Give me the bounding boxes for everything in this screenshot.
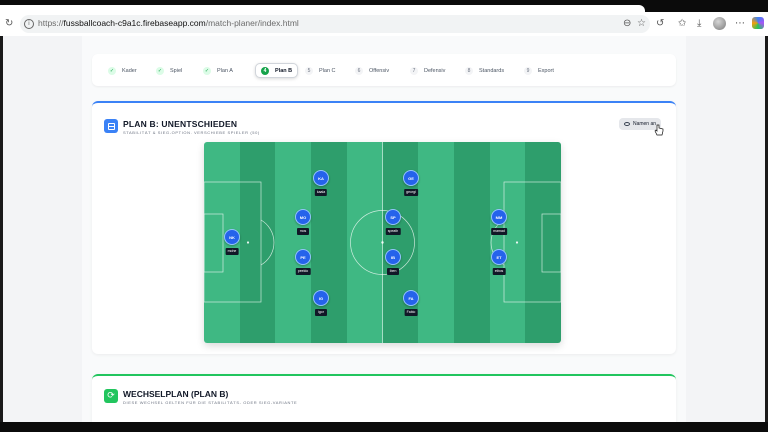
plan-b-card: PLAN B: UNENTSCHIEDEN STABILITÄT & SIEG-… bbox=[92, 101, 676, 354]
player-name-label: georgi bbox=[404, 189, 418, 196]
player-token[interactable]: IG bbox=[313, 290, 329, 306]
step-offensiv[interactable]: 6 Offensiv bbox=[355, 63, 389, 78]
step-label: Spiel bbox=[170, 67, 183, 74]
step-number-badge: 5 bbox=[305, 66, 313, 75]
step-standards[interactable]: 8 Standards bbox=[465, 63, 504, 78]
wechselplan-card: ⟳ WECHSELPLAN (PLAN B) DIESE WECHSEL GEL… bbox=[92, 374, 676, 422]
url-text[interactable]: https://fussballcoach-c9a1c.firebaseapp.… bbox=[38, 18, 299, 28]
player-name-label: Fabio bbox=[404, 309, 418, 316]
hand-cursor-icon bbox=[654, 124, 664, 136]
step-plan-c[interactable]: 5 Plan C bbox=[305, 63, 336, 78]
player-name-label: igor bbox=[315, 309, 327, 316]
football-pitch: NK mohe KA kaala MO mos PE peeldo IG igor GE georgi… bbox=[204, 142, 561, 343]
player-name-label: kaala bbox=[314, 189, 328, 196]
step-label: Standards bbox=[479, 67, 505, 74]
player-token[interactable]: IB bbox=[385, 249, 401, 265]
step-label: Plan C bbox=[319, 67, 336, 74]
step-label: Kader bbox=[122, 67, 137, 74]
favorites-icon[interactable]: ✩ bbox=[678, 19, 686, 29]
player-name-label: peeldo bbox=[295, 268, 311, 275]
step-label: Plan A bbox=[217, 67, 233, 74]
active-tab-shape bbox=[0, 5, 645, 12]
url-path: /match-planer/index.html bbox=[205, 18, 299, 28]
wechselplan-title: WECHSELPLAN (PLAN B) bbox=[123, 389, 229, 399]
lock-icon[interactable]: i bbox=[24, 19, 34, 29]
url-host: fussballcoach-c9a1c.firebaseapp.com bbox=[63, 18, 206, 28]
step-number-badge: 7 bbox=[410, 66, 418, 75]
address-bar[interactable]: i https://fussballcoach-c9a1c.firebaseap… bbox=[20, 15, 650, 33]
player-token[interactable]: ET bbox=[491, 249, 507, 265]
layout-icon bbox=[104, 119, 118, 133]
step-number-badge: 6 bbox=[355, 66, 363, 75]
swap-icon: ⟳ bbox=[104, 389, 118, 403]
step-number-badge: 9 bbox=[524, 66, 532, 75]
zoom-icon[interactable]: ⊖ bbox=[623, 19, 631, 29]
copilot-icon[interactable] bbox=[752, 17, 764, 29]
plan-b-subtitle: STABILITÄT & SIEG-OPTION. VERSCHIEBE SPI… bbox=[123, 130, 260, 135]
player-token[interactable]: MO bbox=[295, 209, 311, 225]
player-token[interactable]: GE bbox=[403, 170, 419, 186]
more-icon[interactable]: ⋯ bbox=[735, 19, 745, 29]
plan-b-title: PLAN B: UNENTSCHIEDEN bbox=[123, 119, 238, 129]
browser-top-strip bbox=[0, 0, 768, 12]
profile-avatar[interactable] bbox=[713, 17, 726, 30]
download-icon[interactable]: ⤓ bbox=[697, 19, 701, 29]
step-label: Offensiv bbox=[369, 67, 390, 74]
player-name-label: Iben bbox=[387, 268, 399, 275]
window-edge-left bbox=[0, 36, 3, 422]
player-token[interactable]: SP bbox=[385, 209, 401, 225]
eye-icon bbox=[623, 122, 630, 126]
page: ✓ Kader ✓ Spiel ✓ Plan A 4 Plan B 5 Plan C 6 Offens… bbox=[0, 36, 768, 422]
step-defensiv[interactable]: 7 Defensiv bbox=[410, 63, 445, 78]
step-number-badge: ✓ bbox=[203, 66, 211, 75]
player-name-label: mos bbox=[297, 228, 309, 235]
player-token[interactable]: NK bbox=[224, 229, 240, 245]
player-token[interactable]: KA bbox=[313, 170, 329, 186]
step-kader[interactable]: ✓ Kader bbox=[108, 63, 137, 78]
player-token[interactable]: PE bbox=[295, 249, 311, 265]
step-number-badge: ✓ bbox=[108, 66, 116, 75]
step-label: Export bbox=[538, 67, 554, 74]
step-spiel[interactable]: ✓ Spiel bbox=[156, 63, 182, 78]
player-name-label: etbos bbox=[492, 268, 506, 275]
main-content: ✓ Kader ✓ Spiel ✓ Plan A 4 Plan B 5 Plan C 6 Offens… bbox=[82, 36, 686, 422]
wizard-stepper: ✓ Kader ✓ Spiel ✓ Plan A 4 Plan B 5 Plan C 6 Offens… bbox=[92, 54, 676, 86]
player-token[interactable]: MM bbox=[491, 209, 507, 225]
step-number-badge: ✓ bbox=[156, 66, 164, 75]
url-prefix: https:// bbox=[38, 18, 64, 28]
refresh-icon[interactable]: ↻ bbox=[5, 19, 13, 29]
names-toggle-label: Namen an bbox=[632, 121, 657, 127]
step-plan-a[interactable]: ✓ Plan A bbox=[203, 63, 233, 78]
player-name-label: mamad bbox=[491, 228, 507, 235]
player-name-label: mohe bbox=[225, 248, 239, 255]
window-edge-bottom bbox=[0, 422, 768, 432]
step-number-badge: 8 bbox=[465, 66, 473, 75]
step-plan-b[interactable]: 4 Plan B bbox=[255, 63, 299, 78]
pitch-markings bbox=[204, 142, 561, 343]
browser-toolbar: ↻ i https://fussballcoach-c9a1c.firebase… bbox=[0, 12, 768, 36]
player-name-label: speath bbox=[385, 228, 401, 235]
player-token[interactable]: FA bbox=[403, 290, 419, 306]
step-export[interactable]: 9 Export bbox=[524, 63, 554, 78]
step-label: Plan B bbox=[275, 67, 293, 74]
step-number-badge: 4 bbox=[261, 66, 269, 75]
step-label: Defensiv bbox=[424, 67, 446, 74]
wechselplan-subtitle: DIESE WECHSEL GELTEN FÜR DIE STABILITÄTS… bbox=[123, 400, 298, 405]
star-icon[interactable]: ☆ bbox=[637, 19, 646, 29]
sync-icon[interactable]: ↺ bbox=[656, 19, 664, 29]
